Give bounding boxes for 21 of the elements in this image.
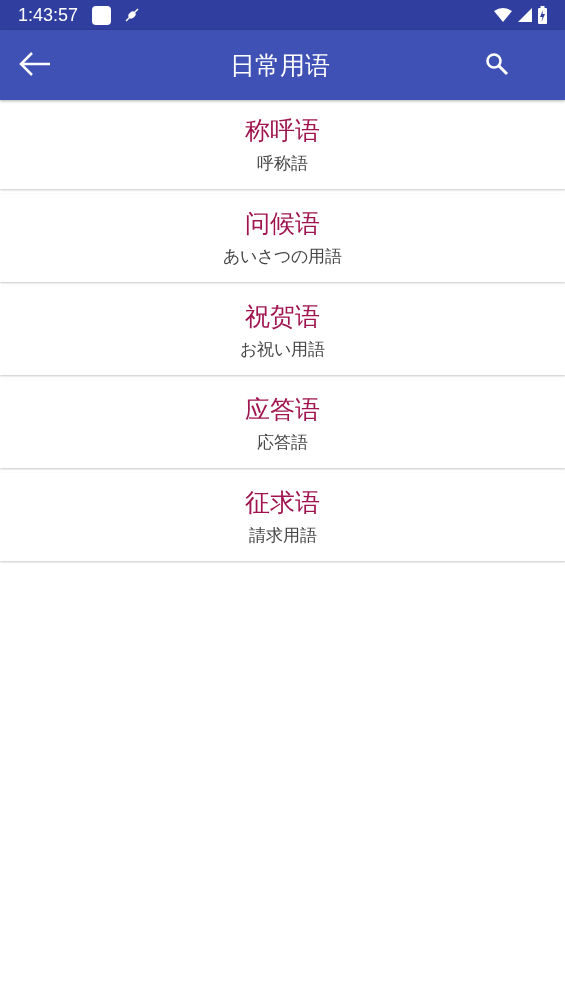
category-card[interactable]: 应答语 応答語 xyxy=(0,380,565,468)
category-subtitle: 呼称語 xyxy=(257,152,308,175)
category-card[interactable]: 称呼语 呼称語 xyxy=(0,101,565,189)
category-subtitle: 応答語 xyxy=(257,431,308,454)
category-card[interactable]: 祝贺语 お祝い用語 xyxy=(0,287,565,375)
status-time: 1:43:57 xyxy=(18,4,79,26)
category-subtitle: 請求用語 xyxy=(248,524,317,547)
screen-title: 日常用语 xyxy=(228,49,331,82)
category-subtitle: お祝い用語 xyxy=(240,338,325,361)
category-title: 称呼语 xyxy=(245,115,320,147)
category-title: 征求语 xyxy=(245,487,320,519)
category-card[interactable]: 征求语 請求用語 xyxy=(0,473,565,561)
category-title: 祝贺语 xyxy=(245,301,320,333)
category-subtitle: あいさつの用語 xyxy=(223,245,342,268)
category-title: 应答语 xyxy=(245,394,320,426)
category-card[interactable]: 问候语 あいさつの用語 xyxy=(0,194,565,282)
wifi-icon xyxy=(494,8,512,22)
notification-icon xyxy=(92,5,112,25)
category-title: 问候语 xyxy=(245,208,320,240)
battery-icon xyxy=(538,6,547,24)
signal-icon xyxy=(518,8,532,22)
